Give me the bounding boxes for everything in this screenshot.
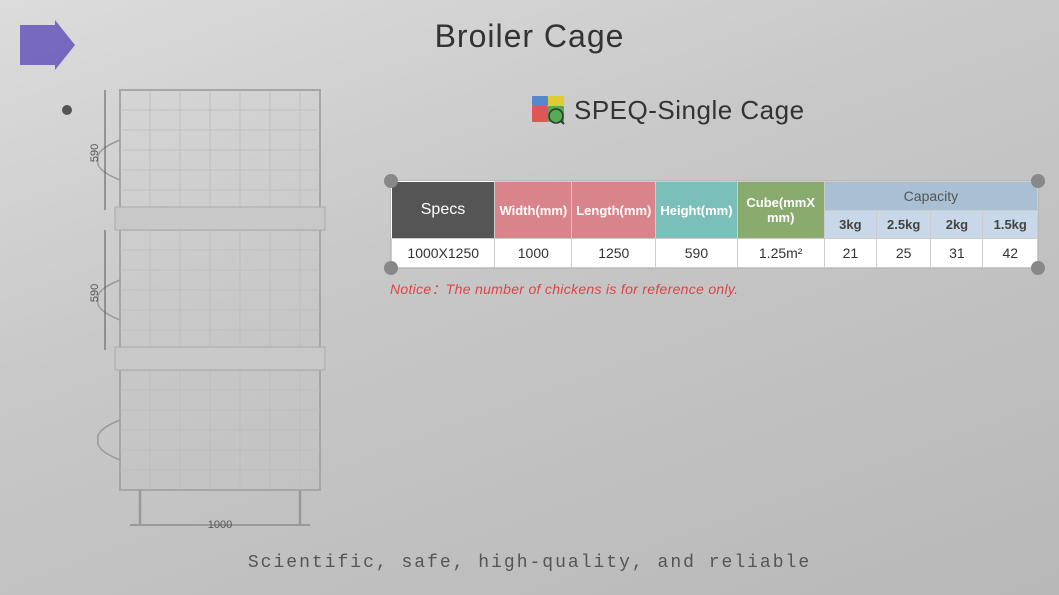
table-row: 1000X1250 1000 1250 590 1.25m² 21 25 31 … <box>392 239 1038 268</box>
specs-table: Specs Width(mm) Length(mm) Height(mm) Cu… <box>391 181 1038 268</box>
speq-label: SPEQ-Single Cage <box>530 92 805 128</box>
table-wrapper: Specs Width(mm) Length(mm) Height(mm) Cu… <box>390 180 1039 269</box>
td-2kg: 31 <box>931 239 983 268</box>
td-15kg: 42 <box>983 239 1038 268</box>
th-capacity: Capacity <box>824 182 1037 211</box>
th-width: Width(mm) <box>495 182 572 239</box>
svg-text:1000: 1000 <box>208 519 232 530</box>
th-2kg: 2kg <box>931 211 983 239</box>
page-container: Broiler Cage SPEQ-Single Cage <box>0 0 1059 595</box>
th-specs: Specs <box>392 182 495 239</box>
td-3kg: 21 <box>824 239 876 268</box>
speq-text: SPEQ-Single Cage <box>574 95 805 126</box>
cage-diagram: 590 590 1000 <box>90 80 370 530</box>
td-cube: 1.25m² <box>737 239 824 268</box>
corner-br <box>1031 261 1045 275</box>
svg-text:590: 590 <box>90 284 101 302</box>
th-3kg: 3kg <box>824 211 876 239</box>
td-25kg: 25 <box>876 239 931 268</box>
td-length: 1250 <box>572 239 656 268</box>
arrow-icon <box>20 20 75 70</box>
th-cube: Cube(mmX mm) <box>737 182 824 239</box>
th-length: Length(mm) <box>572 182 656 239</box>
svg-text:590: 590 <box>90 144 101 162</box>
bullet-point <box>62 105 72 115</box>
cube-icon <box>530 92 566 128</box>
page-title: Broiler Cage <box>0 0 1059 55</box>
corner-tl <box>384 174 398 188</box>
notice-text: Notice：The number of chickens is for ref… <box>390 279 1039 299</box>
table-container: Specs Width(mm) Length(mm) Height(mm) Cu… <box>390 180 1039 299</box>
corner-bl <box>384 261 398 275</box>
th-height: Height(mm) <box>656 182 737 239</box>
th-15kg: 1.5kg <box>983 211 1038 239</box>
th-25kg: 2.5kg <box>876 211 931 239</box>
td-specs: 1000X1250 <box>392 239 495 268</box>
corner-tr <box>1031 174 1045 188</box>
td-height: 590 <box>656 239 737 268</box>
td-width: 1000 <box>495 239 572 268</box>
tagline: Scientific, safe, high-quality, and reli… <box>0 553 1059 573</box>
